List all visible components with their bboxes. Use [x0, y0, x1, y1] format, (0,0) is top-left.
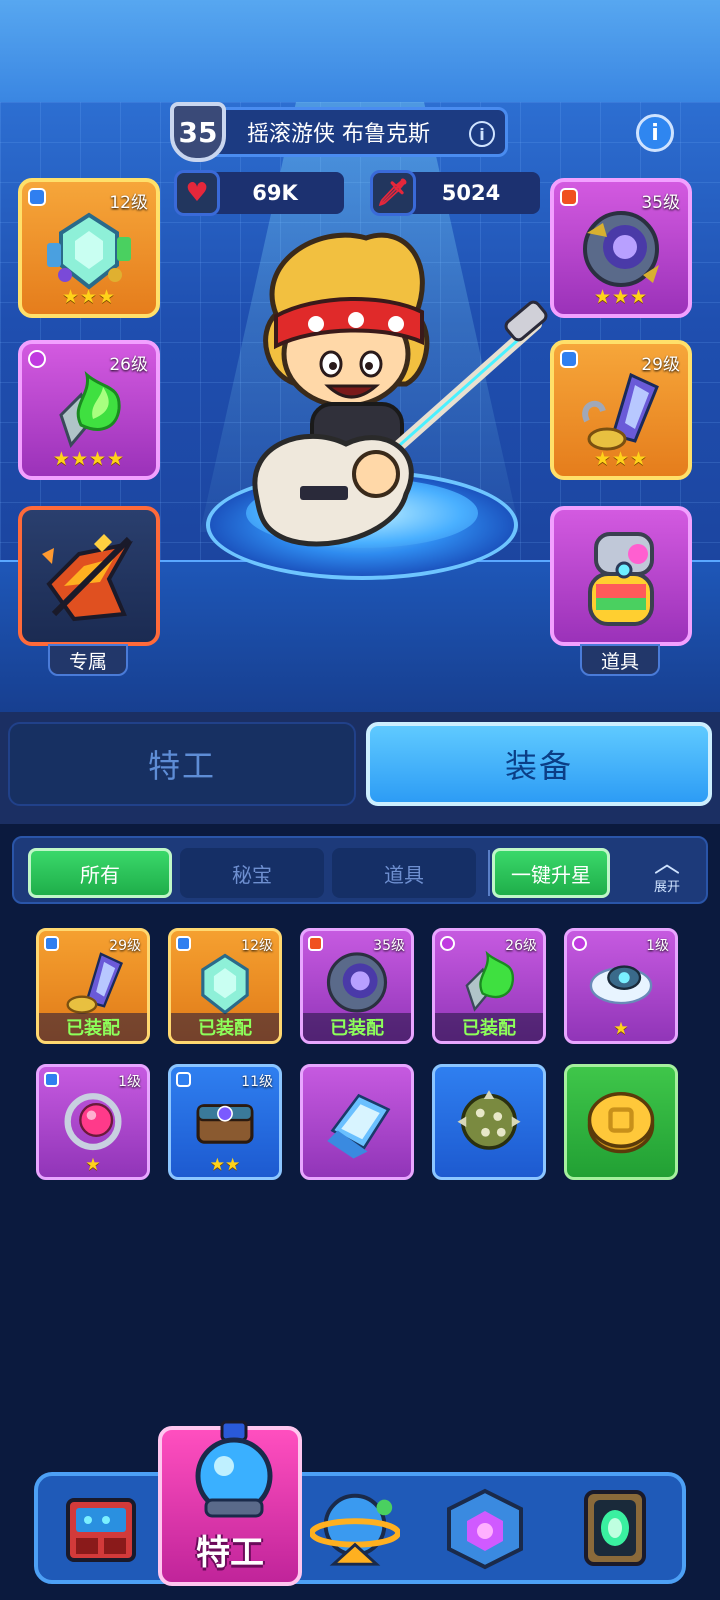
equip-slot-right-2[interactable]: 29级 ★★★ [550, 340, 692, 480]
equipped-label: 已装配 [171, 1013, 279, 1041]
chevron-up-icon: ︿ [653, 848, 680, 879]
equipped-label: 已装配 [303, 1013, 411, 1041]
help-info-icon[interactable]: i [636, 114, 674, 152]
equipped-label: 已装配 [39, 1013, 147, 1041]
hp-value: 69K [252, 181, 298, 205]
expand-label: 展开 [653, 879, 680, 895]
cube-icon [447, 1488, 523, 1570]
inventory-card[interactable]: 1级 ★ [36, 1064, 150, 1180]
inventory-card[interactable]: 11级 ★★ [168, 1064, 282, 1180]
header-band [0, 0, 720, 102]
hero-name-plate: 摇滚游侠 布鲁克斯 i [204, 107, 508, 157]
filter-bar: 所有 秘宝 道具 一键升星 ︿ 展开 [12, 836, 708, 904]
green-flame-blade-icon [465, 950, 514, 1012]
inventory-card[interactable]: 26级 已装配 [432, 928, 546, 1044]
agent-icon [195, 1420, 273, 1518]
filter-all[interactable]: 所有 [28, 848, 172, 898]
void-orb-icon [326, 952, 388, 1013]
tab-agent[interactable]: 特工 [8, 722, 356, 806]
green-flame-blade-icon [59, 370, 121, 448]
inventory-card[interactable]: 29级 已装配 [36, 928, 150, 1044]
nav-shop[interactable] [56, 1484, 146, 1574]
crimson-orb-ring-icon [64, 1092, 122, 1150]
card-stars: ★★ [209, 1155, 241, 1175]
item-slot-label: 道具 [580, 644, 660, 676]
hero-name: 摇滚游侠 布鲁克斯 [247, 122, 430, 147]
attack-stat: 🗡 5024 [370, 170, 540, 216]
hero-character[interactable] [236, 224, 556, 564]
nav-planet[interactable] [310, 1484, 400, 1574]
inventory-card[interactable] [300, 1064, 414, 1180]
inventory-card[interactable] [564, 1064, 678, 1180]
inventory-card[interactable]: 1级 ★ [564, 928, 678, 1044]
filter-items[interactable]: 道具 [332, 848, 476, 898]
card-stars: ★ [85, 1155, 101, 1175]
card-stars: ★ [613, 1019, 629, 1039]
void-orb-icon [583, 210, 659, 287]
crystal-cards-icon [327, 1093, 391, 1159]
main-tab-bar: 特工 装备 [0, 712, 720, 824]
slot-stars: ★★★★ [52, 448, 126, 470]
exclusive-slot[interactable] [18, 506, 160, 646]
equip-slot-left-1[interactable]: 12级 ★★★ [18, 178, 160, 318]
nav-portal[interactable] [570, 1484, 660, 1574]
equip-slot-left-2[interactable]: 26级 ★★★★ [18, 340, 160, 480]
slot-stars: ★★★ [593, 448, 649, 470]
hero-level-badge: 35 [170, 102, 226, 162]
slot-stars: ★★★ [61, 286, 117, 308]
crystal-gem-icon [201, 953, 249, 1015]
crystal-spike-icon [66, 952, 124, 1014]
filter-divider [488, 850, 490, 896]
treasure-chest-icon [196, 1103, 254, 1144]
crystal-gem-icon [47, 212, 131, 290]
inventory-card[interactable] [432, 1064, 546, 1180]
crystal-spike-icon [582, 372, 659, 451]
equip-slot-right-1[interactable]: 35级 ★★★ [550, 178, 692, 318]
spiked-mine-icon [457, 1090, 521, 1150]
equipped-label: 已装配 [435, 1013, 543, 1041]
gold-coin-icon [587, 1091, 655, 1154]
bottom-nav: 特工 [0, 1414, 720, 1600]
feather-ring-icon [589, 965, 653, 1004]
nav-agent-label: 特工 [196, 1533, 264, 1573]
heart-icon: ♥ [174, 170, 220, 216]
hp-stat: ♥ 69K [174, 170, 344, 216]
filter-treasure[interactable]: 秘宝 [180, 848, 324, 898]
rock-guitar-icon [42, 533, 133, 621]
nav-agent-active[interactable]: 特工 [158, 1420, 302, 1586]
tab-equipment[interactable]: 装备 [366, 722, 712, 806]
shop-icon [66, 1498, 136, 1562]
expand-button[interactable]: ︿ 展开 [634, 844, 700, 902]
hero-panel: 摇滚游侠 布鲁克斯 i 35 i ♥ 69K 🗡 5024 12级 ★★★ 26… [0, 0, 720, 712]
info-icon[interactable]: i [469, 121, 495, 147]
rainbow-canister-icon [588, 531, 654, 626]
planet-icon [310, 1493, 400, 1566]
inventory-panel: 所有 秘宝 道具 一键升星 ︿ 展开 29级 已装配 12级 已装配 35级 已… [0, 824, 720, 1414]
inventory-card[interactable]: 12级 已装配 [168, 928, 282, 1044]
item-slot[interactable] [550, 506, 692, 646]
nav-cube[interactable] [440, 1484, 530, 1574]
exclusive-slot-label: 专属 [48, 644, 128, 676]
slot-stars: ★★★ [593, 286, 649, 308]
sword-icon: 🗡 [370, 170, 416, 216]
inventory-card[interactable]: 35级 已装配 [300, 928, 414, 1044]
upgrade-all-button[interactable]: 一键升星 [492, 848, 610, 898]
portal-icon [584, 1490, 646, 1566]
attack-value: 5024 [441, 181, 501, 205]
